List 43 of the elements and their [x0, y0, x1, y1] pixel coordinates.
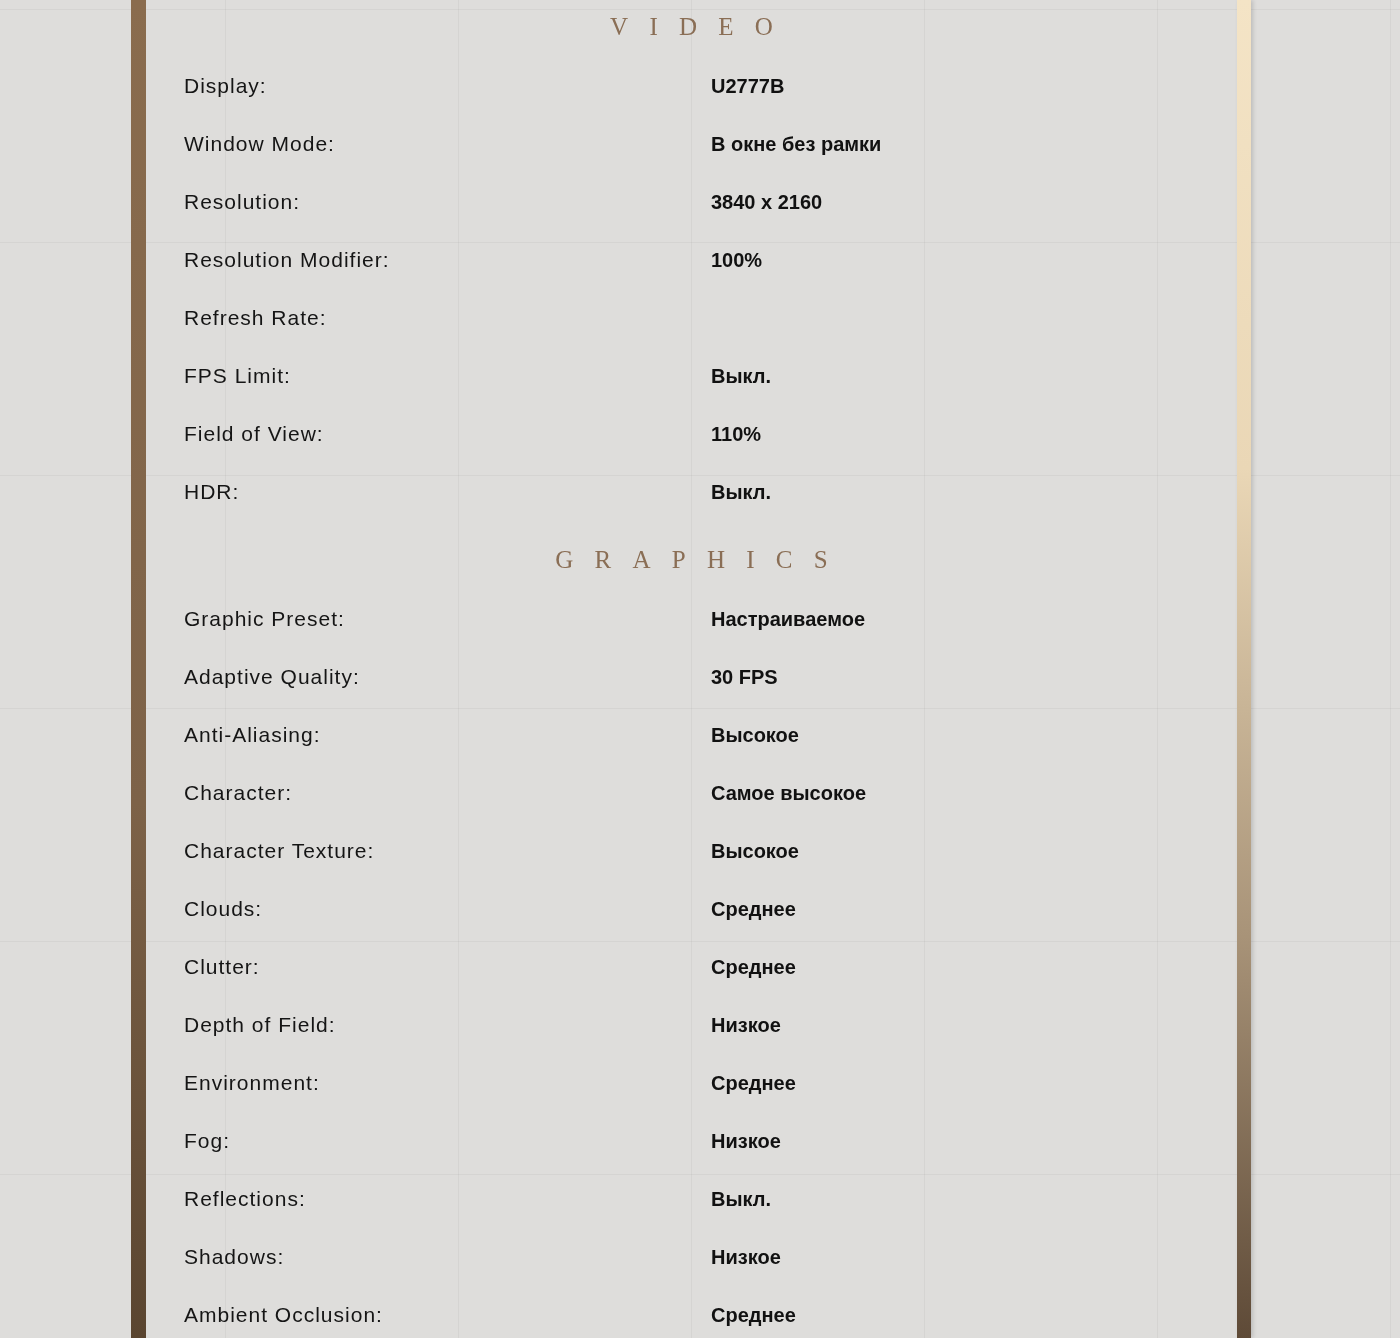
setting-label: Anti-Aliasing: — [184, 723, 322, 747]
setting-value[interactable]: Высокое — [711, 839, 799, 863]
setting-label: Reflections: — [184, 1187, 307, 1211]
setting-value[interactable]: Низкое — [711, 1245, 781, 1269]
setting-label: Character: — [184, 781, 294, 805]
setting-value[interactable]: Среднее — [711, 955, 796, 979]
setting-label: Window Mode: — [184, 132, 336, 156]
setting-label: Clutter: — [184, 955, 261, 979]
setting-value[interactable]: В окне без рамки — [711, 132, 882, 156]
setting-value[interactable]: Высокое — [711, 723, 799, 747]
setting-label: HDR: — [184, 480, 241, 504]
setting-value[interactable]: U2777B — [711, 74, 785, 98]
setting-value[interactable]: Настраиваемое — [711, 607, 865, 631]
setting-value[interactable]: Среднее — [711, 1071, 796, 1095]
setting-label: Adaptive Quality: — [184, 665, 361, 689]
setting-label: Shadows: — [184, 1245, 286, 1269]
setting-label: Resolution Modifier: — [184, 248, 391, 272]
setting-label: Character Texture: — [184, 839, 376, 863]
section-title: GRAPHICS — [554, 546, 849, 573]
setting-label: Fog: — [184, 1129, 232, 1153]
setting-value[interactable]: Выкл. — [711, 364, 772, 388]
setting-label: FPS Limit: — [184, 364, 292, 388]
setting-label: Graphic Preset: — [184, 607, 346, 631]
setting-value[interactable]: Самое высокое — [711, 781, 867, 805]
setting-label: Depth of Field: — [184, 1013, 337, 1037]
setting-value[interactable]: Выкл. — [711, 1187, 772, 1211]
setting-value[interactable]: Среднее — [711, 1303, 796, 1327]
setting-label: Field of View: — [184, 422, 325, 446]
setting-label: Display: — [184, 74, 268, 98]
setting-label: Resolution: — [184, 190, 302, 214]
setting-label: Environment: — [184, 1071, 321, 1095]
setting-value[interactable]: 30 FPS — [711, 665, 778, 689]
setting-value[interactable]: 100% — [711, 248, 763, 272]
setting-label: Refresh Rate: — [184, 306, 328, 330]
setting-value[interactable]: Выкл. — [711, 480, 772, 504]
section-title: VIDEO — [609, 13, 795, 40]
setting-value[interactable]: Низкое — [711, 1013, 781, 1037]
setting-label: Ambient Occlusion: — [184, 1303, 384, 1327]
setting-value[interactable]: 3840 x 2160 — [711, 190, 823, 214]
setting-label: Clouds: — [184, 897, 264, 921]
setting-value[interactable]: Среднее — [711, 897, 796, 921]
setting-value[interactable]: Низкое — [711, 1129, 781, 1153]
setting-value[interactable]: 110% — [711, 422, 762, 446]
